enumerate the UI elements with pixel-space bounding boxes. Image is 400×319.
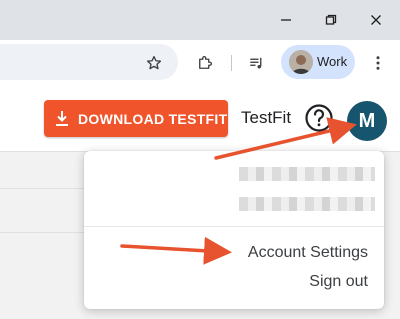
brand-name[interactable]: TestFit — [241, 108, 291, 128]
restore-icon[interactable] — [319, 8, 343, 32]
redacted-user-name — [239, 167, 375, 181]
browser-profile-button[interactable]: Work — [281, 45, 355, 79]
profile-label: Work — [317, 54, 348, 69]
download-testfit-button[interactable]: DOWNLOAD TESTFIT — [44, 100, 228, 137]
close-icon[interactable] — [364, 8, 388, 32]
download-icon — [56, 111, 68, 126]
toolbar-separator — [231, 55, 232, 71]
account-dropdown: Account Settings Sign out — [84, 151, 384, 309]
divider — [0, 188, 90, 189]
download-label: DOWNLOAD TESTFIT — [78, 111, 228, 127]
help-icon[interactable] — [304, 103, 334, 133]
kebab-menu-icon[interactable] — [364, 49, 392, 77]
redacted-user-email — [239, 197, 375, 211]
sign-out-menu-item[interactable]: Sign out — [309, 273, 368, 291]
browser-title-bar — [0, 0, 400, 40]
app-header: DOWNLOAD TESTFIT TestFit M — [0, 86, 400, 152]
browser-toolbar: Work — [0, 40, 400, 87]
profile-photo — [289, 50, 313, 74]
extensions-icon[interactable] — [191, 49, 219, 77]
user-avatar[interactable]: M — [347, 101, 387, 141]
divider — [0, 232, 90, 233]
menu-divider — [84, 226, 384, 227]
avatar-initial: M — [358, 109, 376, 132]
account-settings-menu-item[interactable]: Account Settings — [248, 244, 368, 262]
media-controls-icon[interactable] — [243, 49, 271, 77]
minimize-icon[interactable] — [274, 8, 298, 32]
bookmark-star-icon[interactable] — [140, 49, 168, 77]
